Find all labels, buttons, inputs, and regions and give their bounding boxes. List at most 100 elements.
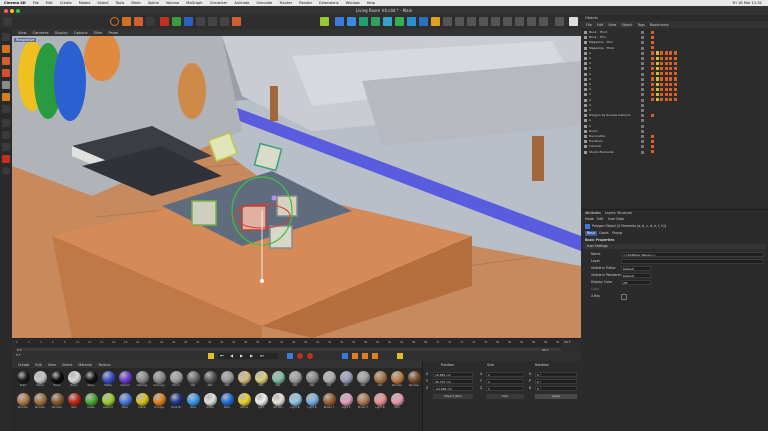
motion-system-icon[interactable] (397, 353, 403, 359)
object-tag-icon[interactable] (664, 87, 668, 92)
menu-animate[interactable]: Animate (234, 1, 249, 5)
size-mode-dropdown[interactable]: Size (486, 394, 524, 399)
object-tag-icon[interactable] (651, 113, 655, 118)
object-row[interactable]: A (581, 72, 768, 77)
object-tag-icon[interactable] (660, 72, 664, 76)
floor-icon[interactable] (407, 17, 416, 26)
visibility-toggle[interactable] (641, 77, 644, 81)
object-menu-bookmarks[interactable]: Bookmarks (650, 23, 669, 27)
play-icon[interactable]: ▶ (240, 353, 243, 358)
object-row[interactable]: A (581, 82, 768, 87)
object-tag-icon[interactable] (651, 56, 655, 60)
menu-select[interactable]: Select (97, 1, 108, 5)
object-tag-icon[interactable] (655, 77, 659, 81)
autokey-icon[interactable] (297, 353, 303, 359)
solo-icon[interactable] (2, 167, 10, 175)
material-swatch[interactable]: Mat (355, 371, 371, 389)
visibility-toggle[interactable] (641, 93, 644, 97)
display-color-dropdown[interactable]: Off (621, 280, 651, 285)
material-swatch[interactable]: Green P (100, 393, 116, 411)
material-swatch[interactable]: Wooden (32, 393, 48, 411)
material-swatch[interactable]: Wooden (406, 371, 422, 389)
material-swatch[interactable]: Mat (287, 371, 303, 389)
object-tag-icon[interactable] (651, 46, 655, 50)
object-tag-icon[interactable] (673, 56, 677, 60)
object-tag-icon[interactable] (651, 66, 655, 71)
material-swatch[interactable]: Cactusgr (151, 371, 167, 389)
object-tag-icon[interactable] (673, 92, 677, 97)
pos-z-field[interactable]: -24.684 cm (433, 386, 473, 391)
object-tag-icon[interactable] (669, 87, 673, 92)
object-row[interactable]: Book - Thin (581, 35, 768, 40)
visibility-toggle[interactable] (641, 83, 644, 86)
viewport-menu-display[interactable]: Display (55, 31, 68, 35)
object-tag-icon[interactable] (664, 51, 668, 55)
xray-checkbox[interactable] (621, 294, 627, 300)
cloner-icon[interactable] (371, 17, 380, 26)
object-row[interactable]: A (581, 92, 768, 97)
viewport-menu-options[interactable]: Options (74, 31, 88, 35)
object-menu-file[interactable]: File (586, 23, 592, 27)
visibility-toggle[interactable] (641, 109, 644, 112)
material-swatch[interactable]: Mat (304, 371, 320, 389)
commander-icon[interactable] (569, 17, 578, 26)
object-row[interactable]: A (581, 87, 768, 92)
material-swatch[interactable]: Mat (219, 371, 235, 389)
object-tag-icon[interactable] (660, 51, 664, 55)
menu-mesh[interactable]: Mesh (131, 1, 140, 5)
visibility-toggle[interactable] (641, 124, 644, 128)
object-tag-icon[interactable] (664, 56, 668, 60)
rot-h-field[interactable]: 0 ° (535, 372, 577, 377)
material-swatch[interactable]: Metal (32, 371, 48, 389)
object-row[interactable]: Magazine - Thick (581, 46, 768, 51)
material-swatch[interactable]: Yellow (134, 393, 150, 411)
material-swatch[interactable]: Light (253, 393, 269, 411)
points-mode-icon[interactable] (2, 45, 10, 53)
texture-mode-icon[interactable] (2, 105, 10, 113)
visibility-toggle[interactable] (641, 150, 644, 154)
layer-field[interactable] (621, 259, 764, 264)
menu-edit[interactable]: Edit (46, 1, 53, 5)
visibility-toggle[interactable] (641, 140, 644, 144)
axis-mode-icon[interactable] (2, 119, 10, 127)
select-tool-icon[interactable] (146, 17, 155, 26)
object-tag-icon[interactable] (651, 30, 655, 34)
visibility-toggle[interactable] (641, 129, 644, 133)
material-swatch[interactable]: Green (83, 393, 99, 411)
object-tag-icon[interactable] (664, 66, 668, 71)
visible-editor-dropdown[interactable]: Default (621, 266, 651, 271)
subdivision-icon[interactable] (359, 17, 368, 26)
object-tag-icon[interactable] (655, 98, 659, 102)
menu-help[interactable]: Help (367, 1, 375, 5)
material-menu-edit[interactable]: Edit (35, 363, 42, 367)
object-tag-icon[interactable] (673, 98, 677, 102)
structure-tab[interactable]: Structure (617, 211, 632, 216)
menu-tools[interactable]: Tools (115, 1, 124, 5)
pen-spline-icon[interactable] (347, 17, 356, 26)
layers-tab[interactable]: Layers (605, 211, 616, 216)
object-row[interactable]: Studio Elements (581, 150, 768, 155)
object-tag-icon[interactable] (669, 66, 673, 71)
material-swatch[interactable]: Paint (15, 371, 31, 389)
material-swatch[interactable]: Black (49, 371, 65, 389)
object-tag-icon[interactable] (673, 66, 677, 71)
grid-icon[interactable] (527, 17, 536, 26)
polygons-mode-icon[interactable] (2, 69, 10, 77)
size-z-field[interactable]: 1 (486, 386, 524, 391)
axis-z-icon[interactable] (184, 17, 193, 26)
visibility-toggle[interactable] (641, 57, 644, 60)
attributes-tab[interactable]: Attributes (585, 211, 601, 216)
edges-mode-icon[interactable] (2, 57, 10, 65)
material-swatch[interactable]: Red (66, 393, 82, 411)
object-row[interactable]: A (581, 98, 768, 103)
object-menu-object[interactable]: Object (621, 23, 632, 27)
material-swatch[interactable]: Blue (219, 393, 235, 411)
layer-icon[interactable] (539, 17, 548, 26)
menu-extensions[interactable]: Extensions (319, 1, 339, 5)
object-tag-icon[interactable] (651, 77, 655, 81)
app-menu[interactable]: Cinema 4D (4, 1, 26, 5)
material-swatch[interactable]: Light B (372, 393, 388, 411)
object-row[interactable]: A (581, 77, 768, 82)
object-menu-view[interactable]: View (608, 23, 616, 27)
object-tag-icon[interactable] (660, 98, 664, 102)
